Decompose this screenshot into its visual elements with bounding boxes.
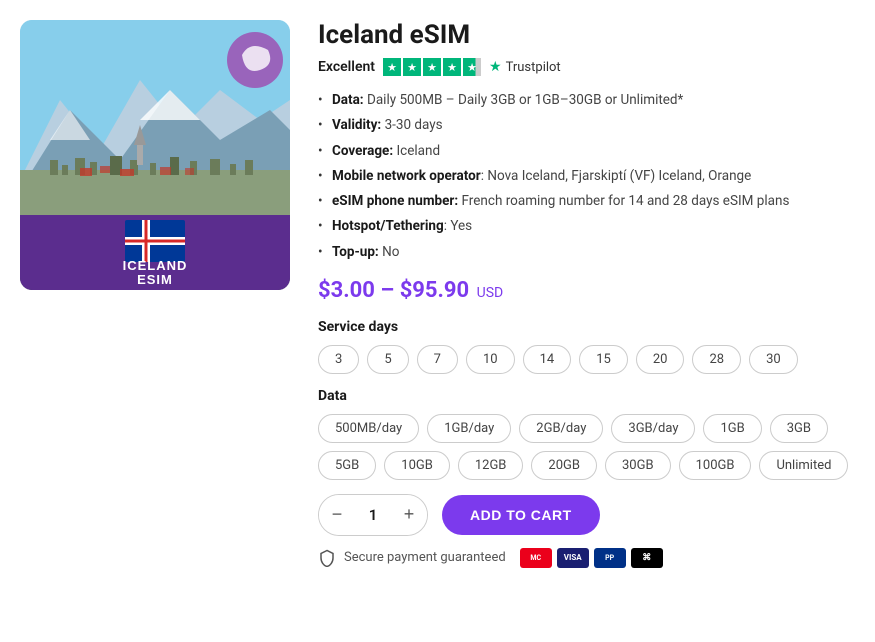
mastercard-icon: MC [520, 548, 552, 568]
trustpilot-name: Trustpilot [506, 60, 561, 75]
price-to: $95.90 [400, 278, 470, 303]
star-rating: ★ ★ ★ ★ ★ [383, 58, 481, 76]
apple-pay-icon: ⌘ [631, 548, 663, 568]
data-pill-1gb-day[interactable]: 1GB/day [427, 414, 511, 443]
visa-icon: VISA [557, 548, 589, 568]
spec-data: Data: Daily 500MB – Daily 3GB or 1GB–30G… [318, 90, 855, 110]
data-pill-unlimited[interactable]: Unlimited [759, 451, 848, 480]
product-title: Iceland eSIM [318, 20, 855, 50]
day-pill-10[interactable]: 10 [466, 345, 515, 374]
quantity-decrease-button[interactable]: − [319, 495, 355, 535]
svg-text:ICELAND: ICELAND [123, 258, 188, 273]
data-pill-500mb-day[interactable]: 500MB/day [318, 414, 419, 443]
service-days-label: Service days [318, 319, 855, 335]
product-info: Iceland eSIM Excellent ★ ★ ★ ★ ★ ★ Trust… [318, 20, 855, 568]
data-pill-3gb-day[interactable]: 3GB/day [611, 414, 695, 443]
data-pill-10gb[interactable]: 10GB [384, 451, 450, 480]
secure-payment-label: Secure payment guaranteed [344, 550, 506, 565]
day-pill-28[interactable]: 28 [692, 345, 741, 374]
price-range: $3.00 – $95.90 USD [318, 278, 855, 303]
data-pill-20gb[interactable]: 20GB [531, 451, 597, 480]
spec-validity: Validity: 3-30 days [318, 115, 855, 135]
svg-text:ESIM: ESIM [137, 272, 173, 287]
star-4: ★ [443, 58, 461, 76]
specs-list: Data: Daily 500MB – Daily 3GB or 1GB–30G… [318, 90, 855, 262]
star-5-half: ★ [463, 58, 481, 76]
trustpilot-logo: ★ Trustpilot [489, 59, 561, 75]
day-pill-20[interactable]: 20 [636, 345, 685, 374]
day-pill-14[interactable]: 14 [523, 345, 572, 374]
price-separator: – [380, 278, 399, 303]
data-pill-5gb[interactable]: 5GB [318, 451, 376, 480]
data-pill-3gb[interactable]: 3GB [770, 414, 828, 443]
data-pill-100gb[interactable]: 100GB [679, 451, 752, 480]
quantity-value: 1 [355, 506, 391, 524]
service-days-pills[interactable]: 3 5 7 10 14 15 20 28 30 [318, 345, 855, 374]
data-pill-2gb-day[interactable]: 2GB/day [519, 414, 603, 443]
day-pill-15[interactable]: 15 [579, 345, 628, 374]
star-2: ★ [403, 58, 421, 76]
spec-network: Mobile network operator: Nova Iceland, F… [318, 166, 855, 186]
data-pill-12gb[interactable]: 12GB [458, 451, 524, 480]
product-container: ICELAND ESIM Iceland eSIM Excellent ★ ★ … [20, 20, 855, 568]
star-3: ★ [423, 58, 441, 76]
spec-hotspot: Hotspot/Tethering: Yes [318, 216, 855, 236]
spec-coverage: Coverage: Iceland [318, 141, 855, 161]
quantity-cart-row: − 1 + ADD TO CART [318, 494, 855, 536]
trustpilot-star-icon: ★ [489, 59, 502, 75]
quantity-increase-button[interactable]: + [391, 495, 427, 535]
rating-label: Excellent [318, 59, 375, 75]
day-pill-7[interactable]: 7 [417, 345, 458, 374]
day-pill-5[interactable]: 5 [367, 345, 408, 374]
price-currency: USD [477, 285, 504, 301]
data-pill-1gb[interactable]: 1GB [703, 414, 761, 443]
secure-payment-row: Secure payment guaranteed MC VISA PP ⌘ [318, 548, 855, 568]
spec-topup: Top-up: No [318, 242, 855, 262]
spec-esim-phone: eSIM phone number: French roaming number… [318, 191, 855, 211]
data-pill-30gb[interactable]: 30GB [605, 451, 671, 480]
day-pill-30[interactable]: 30 [749, 345, 798, 374]
data-pills[interactable]: 500MB/day 1GB/day 2GB/day 3GB/day 1GB 3G… [318, 414, 855, 480]
star-1: ★ [383, 58, 401, 76]
trustpilot-row: Excellent ★ ★ ★ ★ ★ ★ Trustpilot [318, 58, 855, 76]
price-from: $3.00 [318, 278, 375, 303]
payment-icons: MC VISA PP ⌘ [520, 548, 663, 568]
product-image: ICELAND ESIM [20, 20, 290, 290]
quantity-control: − 1 + [318, 494, 428, 536]
add-to-cart-button[interactable]: ADD TO CART [442, 495, 600, 535]
data-label: Data [318, 388, 855, 404]
shield-icon [318, 549, 336, 567]
paypal-icon: PP [594, 548, 626, 568]
day-pill-3[interactable]: 3 [318, 345, 359, 374]
